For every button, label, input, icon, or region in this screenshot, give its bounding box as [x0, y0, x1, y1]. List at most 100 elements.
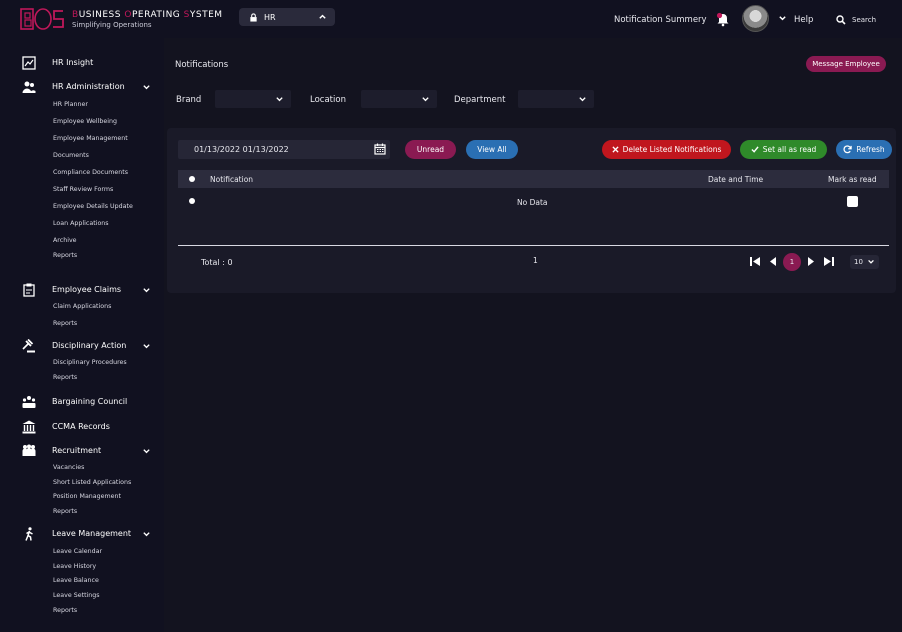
sidebar-item-ccma-records[interactable]: CCMA Records: [0, 420, 164, 434]
department-filter-label: Department: [454, 95, 506, 105]
module-select[interactable]: HR: [239, 8, 335, 26]
sidebar-group-recruitment[interactable]: Recruitment: [0, 444, 164, 458]
unread-button[interactable]: Unread: [405, 140, 456, 159]
page-size-select[interactable]: 10: [850, 255, 879, 269]
help-link[interactable]: Help: [794, 15, 813, 25]
bell-icon[interactable]: [715, 11, 731, 27]
sidebar-link-employee-details-update[interactable]: Employee Details Update: [53, 203, 133, 210]
location-filter-select[interactable]: [361, 90, 437, 108]
bos-logo[interactable]: [20, 7, 66, 31]
sidebar-link-vacancies[interactable]: Vacancies: [53, 464, 84, 471]
sidebar-link-claim-applications[interactable]: Claim Applications: [53, 303, 111, 310]
sidebar-link-documents[interactable]: Documents: [53, 152, 89, 159]
search-link[interactable]: Search: [852, 16, 876, 24]
table-header: Notification Date and Time Mark as read: [178, 170, 889, 188]
sidebar-link-reports[interactable]: Reports: [53, 320, 77, 327]
sidebar-item-label: HR Insight: [52, 58, 94, 67]
sidebar-link-reports[interactable]: Reports: [53, 508, 77, 515]
meeting-icon: [22, 396, 36, 408]
sidebar-link-reports[interactable]: Reports: [53, 374, 77, 381]
report-icon: [22, 56, 36, 70]
refresh-icon: [843, 145, 853, 154]
sidebar-group-employee-claims[interactable]: Employee Claims: [0, 283, 164, 297]
row-select-radio[interactable]: [189, 198, 195, 204]
delete-listed-notifications-button[interactable]: Delete Listed Notifications: [602, 140, 731, 159]
calendar-icon[interactable]: [374, 143, 386, 155]
sidebar-item-hr-insight[interactable]: HR Insight: [0, 56, 164, 70]
sidebar-link-staff-review-forms[interactable]: Staff Review Forms: [53, 186, 113, 193]
sidebar-link-archive[interactable]: Archive: [53, 237, 77, 244]
view-all-button[interactable]: View All: [466, 140, 518, 159]
sidebar-group-disciplinary-action[interactable]: Disciplinary Action: [0, 339, 164, 353]
sidebar-group-label: HR Administration: [52, 82, 125, 91]
current-page-button[interactable]: 1: [783, 253, 801, 271]
next-page-icon[interactable]: [807, 256, 815, 267]
institution-icon: [22, 420, 36, 434]
chevron-down-icon: [579, 97, 586, 102]
department-filter-select[interactable]: [518, 90, 594, 108]
sidebar-group-label: Leave Management: [52, 529, 132, 538]
lock-icon: [250, 12, 257, 22]
clipboard-icon: [23, 283, 35, 297]
sidebar-group-label: Recruitment: [52, 446, 102, 455]
sidebar-group-hr-administration[interactable]: HR Administration: [0, 80, 164, 94]
total-count: Total : 0: [201, 258, 233, 267]
sidebar-item-bargaining-council[interactable]: Bargaining Council: [0, 395, 164, 409]
chevron-down-icon: [143, 449, 150, 454]
sidebar-link-position-management[interactable]: Position Management: [53, 493, 121, 500]
location-filter-label: Location: [310, 95, 346, 105]
empty-table-message: No Data: [517, 198, 548, 207]
sidebar-link-short-listed-applications[interactable]: Short Listed Applications: [53, 479, 131, 486]
select-all-radio[interactable]: [189, 176, 195, 182]
sidebar-link-reports[interactable]: Reports: [53, 607, 77, 614]
message-employee-button[interactable]: Message Employee: [806, 56, 886, 72]
check-icon: [751, 146, 759, 153]
sidebar-link-reports[interactable]: Reports: [53, 252, 77, 259]
refresh-label: Refresh: [856, 145, 885, 154]
sidebar-link-hr-planner[interactable]: HR Planner: [53, 101, 88, 108]
group-icon: [22, 444, 36, 456]
set-all-read-button[interactable]: Set all as read: [740, 140, 827, 159]
avatar[interactable]: [742, 5, 769, 32]
module-select-value: HR: [264, 12, 276, 22]
gavel-icon: [22, 339, 35, 353]
chevron-down-icon: [143, 85, 150, 90]
last-page-icon[interactable]: [823, 256, 835, 267]
notification-summary-link[interactable]: Notification Summery: [614, 15, 707, 25]
refresh-button[interactable]: Refresh: [836, 140, 892, 159]
delete-listed-notifications-label: Delete Listed Notifications: [622, 145, 722, 154]
chevron-down-icon: [143, 532, 150, 537]
sidebar-link-disciplinary-procedures[interactable]: Disciplinary Procedures: [53, 359, 127, 366]
sidebar-link-employee-wellbeing[interactable]: Employee Wellbeing: [53, 118, 117, 125]
chevron-up-icon: [319, 14, 326, 19]
sidebar-link-leave-balance[interactable]: Leave Balance: [53, 577, 99, 584]
sidebar-item-label: Bargaining Council: [52, 397, 128, 406]
sidebar-link-loan-applications[interactable]: Loan Applications: [53, 220, 109, 227]
brand-tagline: Simplifying Operations: [72, 21, 152, 29]
sidebar-link-compliance-documents[interactable]: Compliance Documents: [53, 169, 128, 176]
users-icon: [22, 81, 36, 93]
mark-as-read-checkbox[interactable]: [847, 196, 858, 207]
brand-name: BUSINESS OPERATING SYSTEM: [72, 10, 223, 20]
walking-person-icon: [25, 527, 33, 541]
sidebar-link-leave-settings[interactable]: Leave Settings: [53, 592, 100, 599]
sidebar-link-employee-management[interactable]: Employee Management: [53, 135, 128, 142]
column-mark-as-read: Mark as read: [828, 175, 877, 184]
sidebar-group-label: Employee Claims: [52, 285, 122, 294]
set-all-read-label: Set all as read: [762, 145, 817, 154]
sidebar-group-leave-management[interactable]: Leave Management: [0, 527, 164, 541]
brand-filter-label: Brand: [176, 95, 202, 105]
sidebar-link-leave-calendar[interactable]: Leave Calendar: [53, 548, 102, 555]
chevron-down-icon: [276, 97, 283, 102]
chevron-down-icon[interactable]: [778, 14, 787, 23]
sidebar-link-leave-history[interactable]: Leave History: [53, 563, 96, 570]
column-date-time: Date and Time: [708, 175, 764, 184]
date-range-input[interactable]: 01/13/2022 01/13/2022: [178, 140, 390, 159]
column-notification: Notification: [210, 175, 254, 184]
first-page-icon[interactable]: [749, 256, 761, 267]
table-divider: [178, 245, 889, 246]
close-icon: [611, 146, 619, 153]
previous-page-icon[interactable]: [769, 256, 777, 267]
brand-filter-select[interactable]: [215, 90, 291, 108]
search-icon[interactable]: [836, 15, 846, 25]
